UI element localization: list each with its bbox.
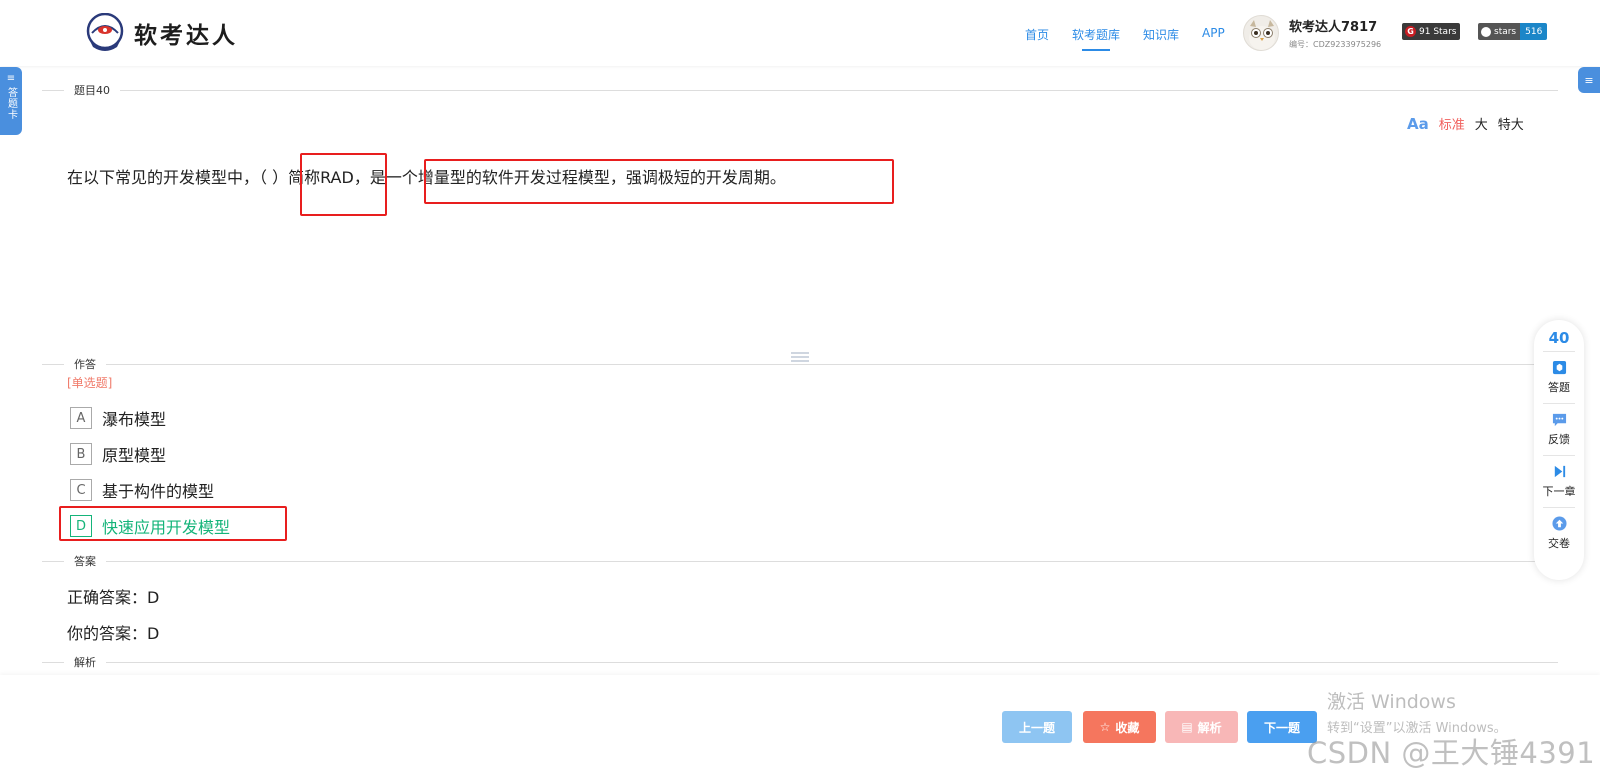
gitee-stars-badge[interactable]: G 91 Stars	[1402, 23, 1461, 40]
nav-app[interactable]: APP	[1202, 26, 1225, 49]
font-size-switcher: Aa 标准 大 特大	[1407, 114, 1524, 134]
prev-question-button[interactable]: 上一题	[1002, 711, 1072, 743]
document-icon: ▤	[1181, 720, 1193, 734]
option-c[interactable]: C 基于构件的模型	[70, 478, 214, 502]
csdn-watermark: CSDN @王大锤4391	[1307, 736, 1596, 770]
question-text: 在以下常见的开发模型中，（ ）简称RAD，是一个增量型的软件开发过程模型，强调极…	[67, 168, 786, 187]
main-nav: 首页 软考题库 知识库 APP	[1025, 26, 1225, 51]
question-section-header: 题目40	[42, 83, 1558, 97]
gitee-icon: G	[1405, 26, 1416, 37]
your-answer: 你的答案：D	[67, 624, 160, 643]
gitee-stars-label: 91 Stars	[1419, 26, 1457, 37]
nav-knowledge-base[interactable]: 知识库	[1143, 26, 1179, 49]
answer-card-tab[interactable]: ≡ 答题卡	[0, 67, 22, 135]
option-text: 瀑布模型	[102, 410, 167, 429]
logo-icon	[84, 12, 126, 53]
font-size-standard[interactable]: 标准	[1439, 114, 1465, 133]
result-section-header: 答案	[42, 554, 1558, 568]
question-number: 题目40	[74, 84, 110, 97]
option-key: C	[70, 479, 92, 501]
option-a[interactable]: A 瀑布模型	[70, 406, 166, 430]
option-key: A	[70, 407, 92, 429]
feedback-icon	[1552, 413, 1566, 427]
github-icon	[1481, 26, 1491, 37]
current-question-number: 40	[1548, 329, 1570, 347]
next-chapter-label: 下一章	[1542, 485, 1576, 498]
right-menu-tab[interactable]: ≡	[1578, 67, 1600, 93]
answer-card-label: 答题卡	[5, 87, 17, 120]
submit-exam-button[interactable]: 交卷	[1543, 507, 1575, 559]
answer-sheet-button[interactable]: 答题	[1543, 351, 1575, 403]
feedback-button[interactable]: 反馈	[1543, 403, 1575, 455]
question-type: [单选题]	[67, 376, 113, 390]
analysis-label: 解析	[1197, 720, 1222, 735]
windows-activation-watermark: 激活 Windows 转到“设置”以激活 Windows。	[1327, 687, 1507, 736]
favorite-label: 收藏	[1115, 720, 1140, 735]
font-size-large[interactable]: 大	[1475, 114, 1488, 133]
font-size-icon: Aa	[1407, 114, 1429, 133]
answer-sheet-icon	[1552, 360, 1566, 375]
top-header: 软考达人 首页 软考题库 知识库 APP 软考达人7817 编号：CDZ9233…	[0, 0, 1600, 66]
result-section-label: 答案	[74, 555, 96, 568]
avatar[interactable]	[1243, 15, 1279, 51]
brand-name: 软考达人	[134, 23, 238, 49]
nav-question-bank[interactable]: 软考题库	[1072, 26, 1120, 51]
answer-section-label: 作答	[74, 358, 96, 371]
font-size-xlarge[interactable]: 特大	[1498, 114, 1524, 133]
feedback-label: 反馈	[1548, 433, 1570, 446]
drag-handle-icon[interactable]	[791, 352, 809, 364]
favorite-button[interactable]: ☆ 收藏	[1083, 711, 1156, 743]
upload-icon	[1551, 516, 1567, 531]
menu-icon: ≡	[6, 73, 16, 84]
skip-forward-icon	[1554, 465, 1565, 478]
github-stars-badge[interactable]: stars 516	[1478, 23, 1548, 40]
option-text: 原型模型	[102, 446, 167, 465]
option-key: B	[70, 443, 92, 465]
menu-icon: ≡	[1584, 73, 1594, 87]
option-text: 快速应用开发模型	[102, 518, 231, 537]
user-profile[interactable]: 软考达人7817 编号：CDZ9233975296	[1243, 15, 1381, 51]
user-id: 编号：CDZ9233975296	[1289, 40, 1382, 49]
site-logo[interactable]: 软考达人	[84, 12, 238, 53]
submit-exam-label: 交卷	[1548, 537, 1570, 550]
option-d[interactable]: D 快速应用开发模型	[70, 514, 230, 538]
activation-title: 激活 Windows	[1327, 691, 1456, 713]
option-b[interactable]: B 原型模型	[70, 442, 166, 466]
analysis-button[interactable]: ▤ 解析	[1165, 711, 1238, 743]
user-name: 软考达人7817	[1289, 20, 1378, 35]
analysis-section-label: 解析	[74, 656, 96, 669]
next-question-label: 下一题	[1263, 720, 1300, 735]
answer-sheet-label: 答题	[1548, 381, 1570, 394]
next-chapter-button[interactable]: 下一章	[1542, 455, 1576, 507]
github-stars-label: stars	[1494, 26, 1517, 37]
star-icon: ☆	[1099, 720, 1111, 734]
nav-home[interactable]: 首页	[1025, 26, 1049, 49]
floating-toolbar: 40 答题 反馈 下一章 交卷	[1534, 320, 1584, 580]
option-text: 基于构件的模型	[102, 482, 215, 501]
correct-answer: 正确答案：D	[67, 588, 160, 607]
option-key: D	[70, 515, 92, 537]
analysis-section-header: 解析	[42, 655, 1558, 669]
github-stars-count: 516	[1520, 23, 1548, 40]
prev-question-label: 上一题	[1018, 720, 1055, 735]
